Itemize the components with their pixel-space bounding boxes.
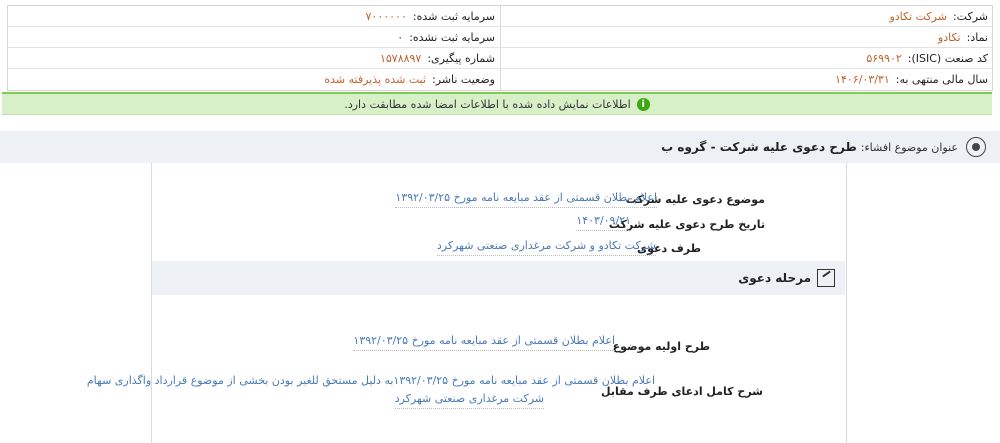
publisher-label: وضعیت ناشر: bbox=[432, 72, 495, 86]
isic-label: کد صنعت (ISIC): bbox=[907, 51, 988, 65]
date-label: تاریخ طرح دعوی علیه شرکت bbox=[608, 218, 765, 231]
subject-value: اعلام بطلان قسمتی از عقد مبایعه نامه مور… bbox=[395, 191, 657, 208]
tracking-value: ۱۵۷۸۸۹۷ bbox=[379, 51, 422, 65]
publisher-row: وضعیت ناشر: ثبت شده پذیرفته شده bbox=[8, 69, 499, 89]
initial-value: اعلام بطلان قسمتی از عقد مبایعه نامه مور… bbox=[353, 334, 615, 351]
company-value[interactable]: شرکت تکادو bbox=[889, 10, 947, 23]
reg-capital-label: سرمایه ثبت شده: bbox=[412, 9, 495, 23]
company-info-table: شرکت: شرکت تکادو نماد: تکادو کد صنعت (IS… bbox=[7, 5, 993, 91]
verification-notice: i اطلاعات نمایش داده شده با اطلاعات امضا… bbox=[2, 92, 992, 115]
reg-capital-value: ۷۰۰۰۰۰۰ bbox=[365, 9, 407, 23]
tracking-row: شماره پیگیری: ۱۵۷۸۸۹۷ bbox=[8, 48, 499, 69]
claim-value-line2: شرکت مرغداری صنعتی شهرکرد bbox=[394, 392, 544, 409]
isic-value: ۵۶۹۹۰۲ bbox=[866, 51, 902, 65]
fiscal-row: سال مالی منتهی به: ۱۴۰۶/۰۳/۳۱ bbox=[501, 69, 992, 89]
fiscal-value: ۱۴۰۶/۰۳/۳۱ bbox=[835, 72, 890, 86]
stage-header: مرحله دعوی bbox=[152, 261, 845, 295]
initial-label: طرح اولیه موضوع bbox=[612, 340, 710, 353]
company-info-left: سرمایه ثبت شده: ۷۰۰۰۰۰۰ سرمایه ثبت نشده:… bbox=[8, 6, 499, 90]
stage-title: مرحله دعوی bbox=[738, 271, 811, 285]
claim-value-line1: اعلام بطلان قسمتی از عقد مبایعه نامه مور… bbox=[86, 374, 655, 387]
publisher-value: ثبت شده پذیرفته شده bbox=[324, 72, 427, 86]
fiscal-label: سال مالی منتهی به: bbox=[895, 72, 988, 86]
unreg-capital-label: سرمایه ثبت نشده: bbox=[409, 30, 495, 44]
target-icon bbox=[966, 137, 986, 157]
tracking-label: شماره پیگیری: bbox=[427, 51, 495, 65]
edit-icon bbox=[817, 269, 835, 287]
info-icon: i bbox=[636, 97, 650, 111]
disclosure-subject-label: عنوان موضوع افشاء: bbox=[860, 140, 958, 154]
company-info-right: شرکت: شرکت تکادو نماد: تکادو کد صنعت (IS… bbox=[500, 6, 992, 90]
reg-capital-row: سرمایه ثبت شده: ۷۰۰۰۰۰۰ bbox=[8, 6, 499, 27]
unreg-capital-row: سرمایه ثبت نشده: ۰ bbox=[8, 27, 499, 48]
verification-text: اطلاعات نمایش داده شده با اطلاعات امضا ش… bbox=[344, 97, 631, 111]
isic-row: کد صنعت (ISIC): ۵۶۹۹۰۲ bbox=[501, 48, 992, 69]
symbol-label: نماد: bbox=[966, 30, 988, 44]
disclosure-subject-value: طرح دعوی علیه شرکت - گروه ب bbox=[661, 140, 857, 154]
date-value: ۱۴۰۳/۰۹/۲۱ bbox=[576, 214, 631, 231]
disclosure-subject-header: عنوان موضوع افشاء: طرح دعوی علیه شرکت - … bbox=[0, 131, 1000, 163]
symbol-row: نماد: تکادو bbox=[501, 27, 992, 48]
symbol-value[interactable]: تکادو bbox=[938, 31, 961, 44]
unreg-capital-value: ۰ bbox=[397, 30, 404, 44]
party-value: شرکت تکادو و شرکت مرغداری صنعتی شهرکرد bbox=[436, 239, 656, 256]
company-label: شرکت: bbox=[952, 9, 988, 23]
company-row: شرکت: شرکت تکادو bbox=[501, 6, 992, 27]
